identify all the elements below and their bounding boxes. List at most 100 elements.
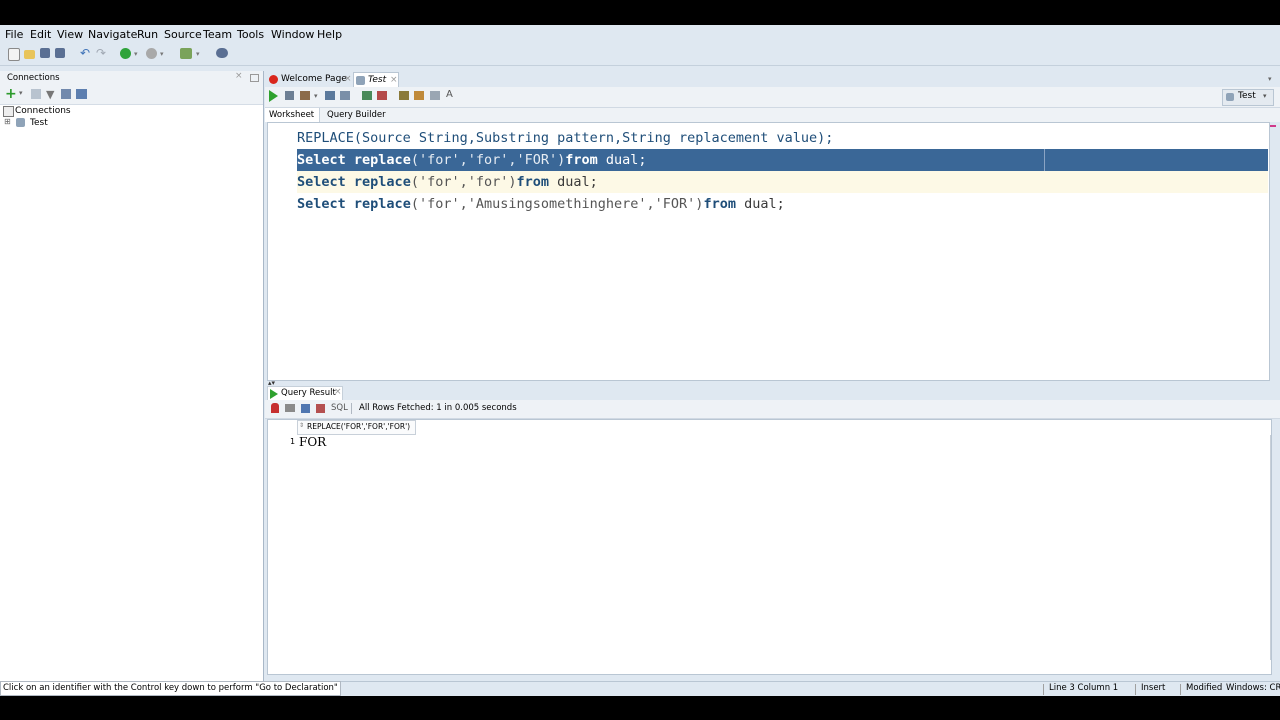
back-icon[interactable] — [120, 48, 131, 59]
autotrace-dropdown-icon[interactable]: ▾ — [314, 92, 318, 100]
tab-test[interactable]: Test × — [353, 72, 399, 88]
close-icon[interactable]: × — [344, 72, 352, 87]
scrollbar-track[interactable] — [1270, 435, 1271, 660]
error-marker — [1270, 125, 1276, 127]
connection-selector-label: Test — [1238, 91, 1256, 101]
run-script-icon[interactable] — [285, 91, 294, 100]
menu-view[interactable]: View — [57, 28, 83, 41]
code-line-2[interactable]: Select replace('for','for','FOR')from du… — [297, 149, 647, 171]
clear-icon[interactable] — [414, 91, 424, 100]
pin-icon[interactable] — [271, 403, 279, 413]
schema-browser-icon[interactable] — [61, 89, 71, 99]
print-icon[interactable] — [285, 404, 295, 412]
cursor-position: Line 3 Column 1 — [1049, 683, 1119, 693]
code-text: dual; — [557, 174, 598, 190]
new-file-icon[interactable] — [8, 48, 20, 61]
code-keyword: Select — [297, 174, 346, 190]
refresh-icon[interactable] — [31, 89, 41, 99]
forward-icon[interactable] — [146, 48, 157, 59]
code-line-4[interactable]: Select replace('for','Amusingsomethinghe… — [297, 193, 785, 215]
history-icon[interactable] — [430, 91, 440, 100]
filter-icon[interactable]: ▼ — [46, 88, 54, 101]
tab-query-builder[interactable]: Query Builder — [327, 108, 386, 122]
result-grid[interactable]: ⇕ REPLACE('FOR','FOR','FOR') 1 FOR — [267, 419, 1272, 675]
close-icon[interactable]: × — [235, 71, 243, 81]
redo-icon[interactable]: ↷ — [96, 46, 109, 60]
refresh-icon[interactable] — [301, 404, 310, 413]
unshared-sql-icon[interactable] — [399, 91, 409, 100]
sql-developer-window: File Edit View Navigate Run Source Team … — [0, 25, 1280, 696]
tab-query-result[interactable]: Query Result × — [267, 386, 343, 401]
menu-tools[interactable]: Tools — [237, 28, 264, 41]
row-number: 1 — [290, 437, 296, 446]
connection-manager-icon[interactable] — [76, 89, 87, 99]
welcome-icon — [269, 75, 278, 84]
format-icon[interactable]: A — [446, 89, 453, 100]
tree-item-connections[interactable]: Connections — [15, 106, 71, 116]
tab-worksheet[interactable]: Worksheet — [265, 108, 320, 122]
menu-file[interactable]: File — [5, 28, 23, 41]
menu-edit[interactable]: Edit — [30, 28, 51, 41]
commit-icon[interactable] — [362, 91, 372, 100]
expand-icon[interactable]: ⊞ — [4, 117, 11, 126]
menu-help[interactable]: Help — [317, 28, 342, 41]
column-header[interactable]: ⇕ REPLACE('FOR','FOR','FOR') — [297, 420, 416, 435]
result-tabs: Query Result × — [265, 386, 1280, 401]
tree-item-test[interactable]: Test — [30, 118, 48, 128]
save-all-icon[interactable] — [55, 48, 65, 58]
menu-window[interactable]: Window — [271, 28, 314, 41]
code-line-3[interactable]: Select replace('for','for')from dual; — [297, 171, 598, 193]
close-icon[interactable]: × — [334, 387, 342, 397]
result-cell[interactable]: FOR — [299, 435, 326, 449]
status-bar: Click on an identifier with the Control … — [0, 681, 1280, 696]
code-line-1[interactable]: REPLACE(Source String,Substring pattern,… — [297, 127, 833, 149]
worksheet-toolbar: ▾ A Test ▾ — [265, 87, 1280, 108]
menu-run[interactable]: Run — [137, 28, 158, 41]
sql-worksheet-icon[interactable] — [180, 48, 192, 59]
code-args: ('for','Amusingsomethinghere','FOR') — [410, 196, 704, 212]
worksheet-dropdown-icon[interactable]: ▾ — [196, 50, 209, 63]
worksheet-icon — [356, 76, 365, 85]
open-folder-icon[interactable] — [24, 50, 35, 59]
status-separator — [1135, 684, 1136, 695]
code-function: replace — [353, 174, 411, 190]
menu-team[interactable]: Team — [203, 28, 232, 41]
rollback-icon[interactable] — [377, 91, 387, 100]
save-icon[interactable] — [40, 48, 50, 58]
autotrace-icon[interactable] — [300, 91, 310, 100]
connections-panel-title: Connections — [7, 73, 60, 83]
code-keyword: from — [565, 152, 598, 168]
menu-source[interactable]: Source — [164, 28, 202, 41]
connection-selector[interactable]: Test ▾ — [1222, 89, 1274, 106]
editor-tabs: Welcome Page × Test × ▾ — [265, 71, 1280, 88]
code-keyword: Select — [297, 152, 346, 168]
undo-icon[interactable]: ↶ — [80, 46, 93, 60]
binoculars-icon[interactable] — [216, 48, 228, 58]
tab-welcome-page[interactable]: Welcome Page × — [267, 72, 352, 87]
column-header-label: REPLACE('FOR','FOR','FOR') — [307, 422, 411, 431]
tab-query-result-label: Query Result — [281, 388, 336, 398]
menu-navigate[interactable]: Navigate — [88, 28, 137, 41]
cancel-query-icon[interactable] — [316, 404, 325, 413]
sql-button[interactable]: SQL — [331, 403, 348, 413]
database-icon — [1226, 93, 1234, 101]
code-text: dual; — [744, 196, 785, 212]
explain-plan-icon[interactable] — [325, 91, 335, 100]
forward-dropdown-icon[interactable]: ▾ — [160, 50, 173, 63]
code-keyword: from — [703, 196, 736, 212]
add-connection-icon[interactable]: + — [5, 87, 17, 101]
chevron-down-icon: ▾ — [1263, 92, 1267, 100]
connections-panel: Connections × + ▾ ▼ Connections ⊞ Test — [0, 71, 264, 696]
close-icon[interactable]: × — [390, 73, 398, 88]
run-statement-icon[interactable] — [269, 90, 278, 102]
add-dropdown-icon[interactable]: ▾ — [19, 89, 23, 97]
status-separator — [1043, 684, 1044, 695]
sql-editor[interactable]: REPLACE(Source String,Substring pattern,… — [267, 122, 1276, 381]
run-icon — [270, 389, 278, 399]
worksheet-subtabs: Worksheet Query Builder — [265, 108, 1280, 122]
fetch-status-text: All Rows Fetched: 1 in 0.005 seconds — [359, 403, 517, 413]
minimize-icon[interactable] — [250, 74, 259, 82]
sql-tuning-icon[interactable] — [340, 91, 350, 100]
code-function: REPLACE — [297, 130, 354, 146]
tab-list-icon[interactable]: ▾ — [1268, 75, 1272, 83]
